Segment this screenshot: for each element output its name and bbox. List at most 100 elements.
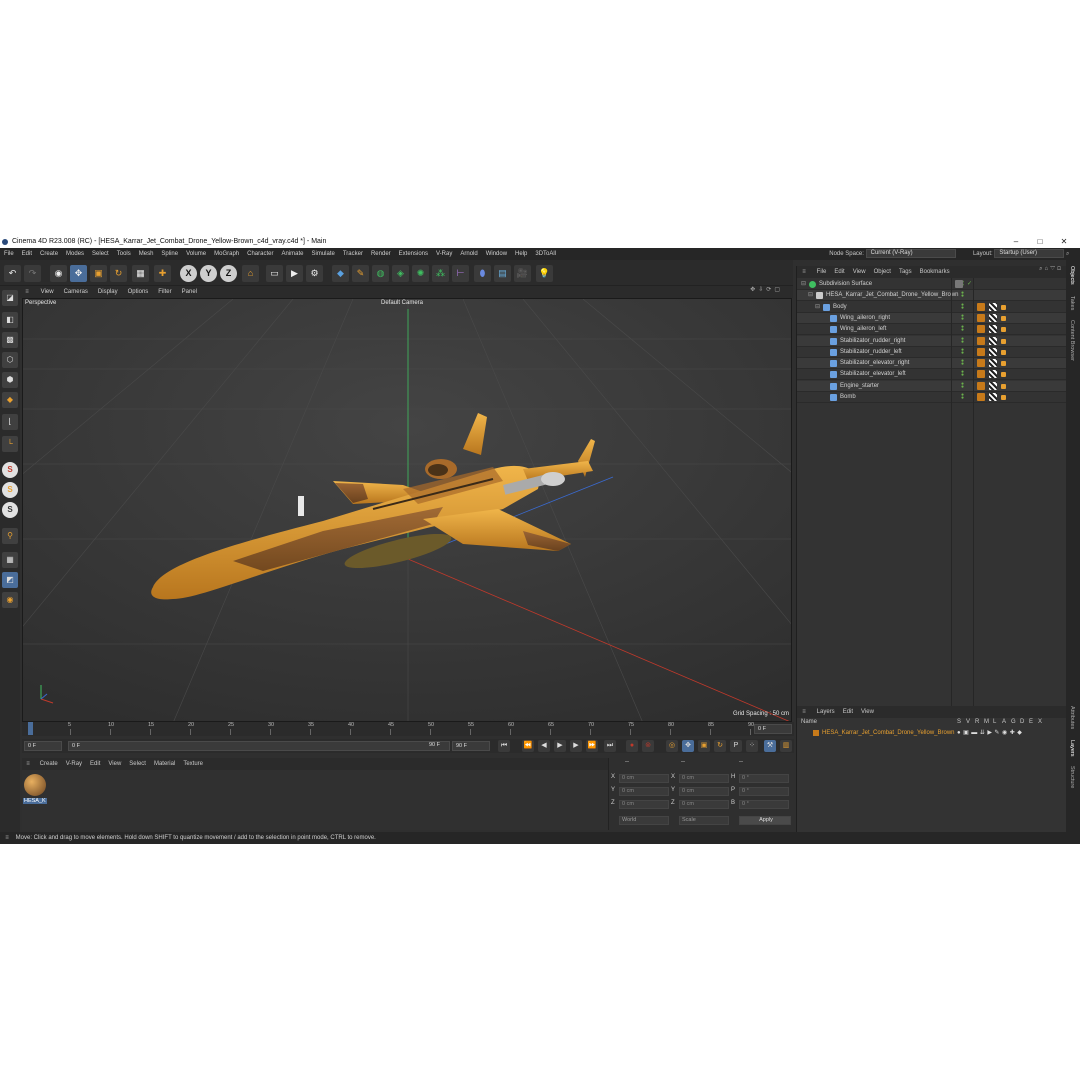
workplane-icon[interactable]: └ xyxy=(2,436,18,452)
object-name[interactable]: Body xyxy=(833,302,847,313)
record-point-level-icon[interactable]: ⁘ xyxy=(746,740,758,752)
subdivision-tag-icon[interactable] xyxy=(955,280,963,288)
autokeying-icon[interactable]: ⊚ xyxy=(642,740,654,752)
coord-value-field[interactable]: 0 cm xyxy=(619,774,669,783)
go-to-end-icon[interactable]: ⏭ xyxy=(604,740,616,752)
tab-objects[interactable]: Objects xyxy=(1069,266,1075,285)
material-tag-icon[interactable] xyxy=(977,393,985,401)
material-tag-icon[interactable] xyxy=(977,336,985,345)
object-name[interactable]: Stabilizator_elevator_left xyxy=(840,369,906,380)
material-preview[interactable] xyxy=(24,774,46,796)
texture-tag-icon[interactable] xyxy=(1001,315,1006,321)
material-tag-icon[interactable] xyxy=(977,313,985,322)
scale-tool-icon[interactable]: ▣ xyxy=(90,265,107,282)
timeline-ruler[interactable]: 051015202530354045505560657075808590 0 F xyxy=(22,722,794,736)
end-frame-field[interactable]: 90 F xyxy=(452,741,490,751)
object-name[interactable]: Stabilizator_rudder_right xyxy=(840,336,905,347)
material-tag-icon[interactable] xyxy=(977,302,985,311)
object-row-stabilizator-rudder-right[interactable]: Stabilizator_rudder_right ● ● xyxy=(797,335,1067,347)
previous-frame-icon[interactable]: ◀ xyxy=(538,740,550,752)
object-menu-tags[interactable]: Tags xyxy=(895,266,916,278)
visibility-dots[interactable]: ● ● xyxy=(961,370,967,378)
layer-menu-edit[interactable]: Edit xyxy=(839,706,857,718)
coord-value-field[interactable]: 0 cm xyxy=(679,787,729,796)
visibility-dots[interactable]: ● ● xyxy=(961,381,967,390)
expand-toggle-icon[interactable]: ⊟ xyxy=(808,290,813,301)
redo-button[interactable]: ↷ xyxy=(24,265,41,282)
checker-tag-icon[interactable] xyxy=(989,313,997,322)
viewport-menu-filter[interactable]: Filter xyxy=(153,286,176,298)
render-view-icon[interactable]: ▭ xyxy=(266,265,283,282)
3d-viewport[interactable]: Perspective Default Camera Grid Spacing … xyxy=(22,298,792,722)
menu-mesh[interactable]: Mesh xyxy=(135,248,158,260)
render-settings-icon[interactable]: ⚙ xyxy=(306,265,323,282)
texture-tag-icon[interactable] xyxy=(1001,327,1006,333)
record-parameter-icon[interactable]: P xyxy=(730,740,742,752)
z-axis-lock-button[interactable]: Z xyxy=(220,265,237,282)
floor-icon[interactable]: ▤ xyxy=(494,265,511,282)
transform-tool-icon[interactable]: ✚ xyxy=(154,265,171,282)
layout-dropdown[interactable]: Startup (User) xyxy=(994,249,1065,258)
tab-attributes[interactable]: Attributes xyxy=(1069,706,1075,729)
status-menu-icon[interactable]: ≡ xyxy=(0,832,14,844)
subdivision-surface-icon[interactable]: ◍ xyxy=(372,265,389,282)
go-to-start-icon[interactable]: ⏮ xyxy=(498,740,510,752)
object-row-wing-aileron-right[interactable]: Wing_aileron_right ● ● xyxy=(797,312,1067,324)
rotate-tool-icon[interactable]: ↻ xyxy=(110,265,127,282)
material-menu-v-ray[interactable]: V-Ray xyxy=(62,758,86,770)
visibility-dots[interactable]: ● ● xyxy=(961,347,967,356)
checker-tag-icon[interactable] xyxy=(989,393,997,401)
material-menu-create[interactable]: Create xyxy=(36,758,62,770)
polygons-mode-icon[interactable]: ◆ xyxy=(2,392,18,408)
expand-toggle-icon[interactable]: ⊟ xyxy=(815,302,820,313)
object-manager-search-icons[interactable]: ⌕⌂▽⊡ xyxy=(1039,266,1063,273)
object-menu-edit[interactable]: Edit xyxy=(830,266,848,278)
camera-icon[interactable]: 🎥 xyxy=(514,265,531,282)
recent-tools-icon[interactable]: ▦ xyxy=(132,265,149,282)
x-axis-lock-button[interactable]: X xyxy=(180,265,197,282)
menu-help[interactable]: Help xyxy=(511,248,531,260)
make-editable-icon[interactable]: ◪ xyxy=(2,290,18,306)
interpolation-icon[interactable]: ⚒ xyxy=(764,740,776,752)
layer-panel-icon[interactable]: ≡ xyxy=(797,709,811,715)
undo-button[interactable]: ↶ xyxy=(4,265,21,282)
coord-value-field[interactable]: 0 ° xyxy=(739,787,789,796)
checker-tag-icon[interactable] xyxy=(989,370,997,379)
cube-icon[interactable]: ◆ xyxy=(332,265,349,282)
layer-flag-icons[interactable]: ●▣▬⇊▶✎◉✚◆ xyxy=(957,728,1024,739)
visibility-dots[interactable]: ● ● xyxy=(961,291,967,299)
planar-workplane-icon[interactable]: ▦ xyxy=(2,552,18,568)
object-name[interactable]: Engine_starter xyxy=(840,381,879,392)
checker-tag-icon[interactable] xyxy=(989,347,997,356)
object-name[interactable]: Wing_aileron_right xyxy=(840,313,890,324)
snap-settings-icon[interactable]: S xyxy=(2,482,18,498)
object-panel-icon[interactable]: ≡ xyxy=(797,269,811,275)
expand-toggle-icon[interactable]: ⊟ xyxy=(801,279,806,290)
close-button[interactable]: ✕ xyxy=(1052,236,1076,248)
menu-character[interactable]: Character xyxy=(243,248,277,260)
menu-simulate[interactable]: Simulate xyxy=(308,248,339,260)
edges-mode-icon[interactable]: ⬢ xyxy=(2,372,18,388)
menu-extensions[interactable]: Extensions xyxy=(395,248,432,260)
viewport-panel-icon[interactable]: ≡ xyxy=(20,289,34,295)
minimize-button[interactable]: – xyxy=(1004,236,1028,248)
visibility-dots[interactable]: ● ● xyxy=(961,313,967,322)
next-frame-icon[interactable]: ▶ xyxy=(570,740,582,752)
object-row-body[interactable]: ⊟ Body ● ● xyxy=(797,302,1067,313)
viewport-solo-icon[interactable]: ◩ xyxy=(2,572,18,588)
apply-button[interactable]: Apply xyxy=(739,816,791,825)
move-tool-icon[interactable]: ✥ xyxy=(70,265,87,282)
tab-structure[interactable]: Structure xyxy=(1069,766,1075,788)
viewport-projection-label[interactable]: Perspective xyxy=(25,300,56,306)
menu-arnold[interactable]: Arnold xyxy=(456,248,481,260)
viewport-menu-view[interactable]: View xyxy=(36,286,59,298)
visibility-dots[interactable]: ● ● xyxy=(961,302,967,311)
timeline-window-icon[interactable]: ▥ xyxy=(780,740,792,752)
render-to-picture-viewer-icon[interactable]: ▶ xyxy=(286,265,303,282)
viewport-menu-options[interactable]: Options xyxy=(123,286,154,298)
layer-menu-layers[interactable]: Layers xyxy=(813,706,839,718)
texture-tag-icon[interactable] xyxy=(1001,338,1006,344)
menu-volume[interactable]: Volume xyxy=(182,248,210,260)
layer-menu-view[interactable]: View xyxy=(857,706,878,718)
coord-value-field[interactable]: 0 cm xyxy=(619,787,669,796)
